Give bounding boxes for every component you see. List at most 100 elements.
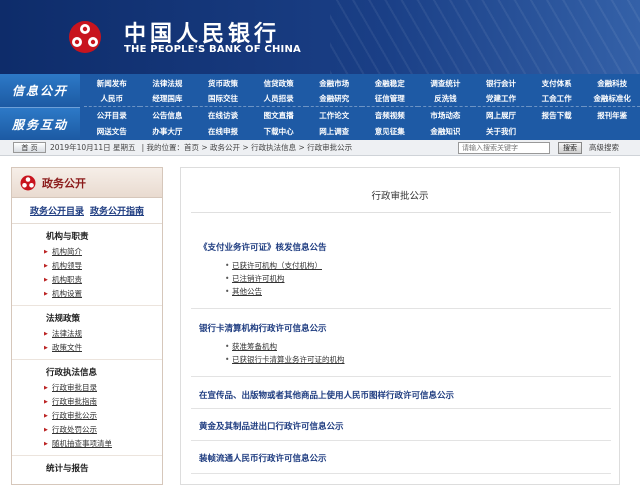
nav-item[interactable]: 人民币	[84, 91, 140, 107]
nav-item[interactable]: 在线申报	[195, 123, 251, 139]
nav-item[interactable]: 报刊年鉴	[584, 107, 640, 123]
nav-item[interactable]: 公开目录	[84, 107, 140, 123]
sidebar-link[interactable]: 机构设置	[44, 287, 162, 301]
notice-title[interactable]: 在宣传品、出版物或者其他商品上使用人民币图样行政许可信息公示	[199, 389, 599, 401]
sidebar-link[interactable]: 政策文件	[44, 341, 162, 355]
nav-item[interactable]: 网上展厅	[473, 107, 529, 123]
notice-title[interactable]: 装帧流通人民币行政许可信息公示	[199, 452, 599, 464]
nav-item[interactable]: 图文直播	[251, 107, 307, 123]
page-title: 行政审批公示	[371, 191, 429, 202]
gov-emblem-icon	[20, 175, 36, 190]
notice-block: 装帧流通人民币行政许可信息公示	[199, 452, 599, 464]
sidebar-top-links: 政务公开目录 政务公开指南	[12, 198, 162, 224]
nav-item[interactable]: 人员招录	[250, 91, 307, 107]
nav-label-public: 信息公开	[0, 74, 80, 107]
divider	[191, 473, 611, 474]
nav-item[interactable]: 货币政策	[195, 75, 251, 91]
sidebar-section: 法规政策法律法规政策文件	[12, 305, 162, 359]
nav-item[interactable]: 征信管理	[361, 91, 418, 107]
nav-label-service: 服务互动	[0, 107, 80, 140]
notice-link[interactable]: 获准筹备机构	[225, 340, 599, 353]
home-button[interactable]: 首 页	[13, 142, 46, 153]
nav-item[interactable]: 网送文告	[84, 123, 140, 139]
notice-title[interactable]: 银行卡清算机构行政许可信息公示	[199, 322, 599, 334]
nav-item[interactable]: 在线访谈	[195, 107, 251, 123]
notice-link[interactable]: 已获银行卡清算业务许可证的机构	[225, 353, 599, 366]
sidebar-link[interactable]: 随机抽查事项清单	[44, 437, 162, 451]
search-input[interactable]	[458, 142, 550, 154]
sidebar-section: 行政执法信息行政审批目录行政审批指南行政审批公示行政处罚公示随机抽查事项清单	[12, 359, 162, 455]
nav-item[interactable]: 反洗钱	[417, 91, 474, 107]
nav-item[interactable]: 党建工作	[473, 91, 529, 107]
nav-item[interactable]: 工会工作	[528, 91, 585, 107]
sidebar-section-title: 行政执法信息	[46, 368, 98, 378]
breadcrumb: 首页 > 政务公开 > 行政执法信息 > 行政审批公示	[183, 143, 353, 152]
title-divider	[191, 212, 611, 213]
nav-item[interactable]: 信贷政策	[251, 75, 307, 91]
main-nav: 信息公开 服务互动 新闻发布 法律法规 货币政策 信贷政策 金融市场 金融稳定 调查统计 银行…	[0, 74, 640, 140]
nav-item[interactable]: 意见征集	[362, 123, 418, 139]
sidebar-link[interactable]: 机构领导	[44, 259, 162, 273]
notice-title[interactable]: 黄金及其制品进出口行政许可信息公示	[199, 420, 599, 432]
nav-grid: 新闻发布 法律法规 货币政策 信贷政策 金融市场 金融稳定 调查统计 银行会计 支付体系 金融科技…	[84, 75, 640, 139]
sidebar-link[interactable]: 行政审批指南	[44, 395, 162, 409]
divider	[191, 408, 611, 409]
nav-item[interactable]: 经理国库	[139, 91, 196, 107]
bank-name-en: THE PEOPLE'S BANK OF CHINA	[124, 44, 301, 55]
nav-item[interactable]: 金融稳定	[362, 75, 418, 91]
breadcrumb-enforcement[interactable]: 行政执法信息	[251, 143, 296, 152]
breadcrumb-current[interactable]: 行政审批公示	[307, 143, 352, 152]
nav-item[interactable]: 金融知识	[418, 123, 474, 139]
current-date: 2019年10月11日 星期五	[50, 143, 136, 152]
nav-item[interactable]: 公告信息	[140, 107, 196, 123]
sidebar-link[interactable]: 行政审批公示	[44, 409, 162, 423]
pboc-logo-icon[interactable]	[68, 20, 102, 54]
nav-item[interactable]: 支付体系	[529, 75, 585, 91]
sidebar-link[interactable]: 机构职责	[44, 273, 162, 287]
nav-item[interactable]: 工作论文	[306, 107, 362, 123]
sidebar-link[interactable]: 机构简介	[44, 245, 162, 259]
search-button[interactable]: 搜索	[558, 142, 582, 154]
sidebar-link[interactable]: 行政处罚公示	[44, 423, 162, 437]
notice-block: 黄金及其制品进出口行政许可信息公示	[199, 420, 599, 432]
notice-link[interactable]: 已获许可机构（支付机构）	[225, 259, 599, 272]
nav-item[interactable]: 金融市场	[306, 75, 362, 91]
nav-item[interactable]: 法律法规	[140, 75, 196, 91]
notice-title[interactable]: 《支付业务许可证》核发信息公告	[199, 241, 599, 253]
nav-item[interactable]: 市场动态	[418, 107, 474, 123]
nav-item[interactable]: 报告下载	[529, 107, 585, 123]
notice-block: 在宣传品、出版物或者其他商品上使用人民币图样行政许可信息公示	[199, 389, 599, 401]
breadcrumb-home[interactable]: 首页	[184, 143, 199, 152]
breadcrumb-gov[interactable]: 政务公开	[210, 143, 240, 152]
nav-item[interactable]: 金融标准化	[584, 91, 640, 107]
nav-item[interactable]: 下载中心	[251, 123, 307, 139]
nav-item[interactable]: 金融研究	[306, 91, 362, 107]
sidebar-sections: 机构与职责机构简介机构领导机构职责机构设置法规政策法律法规政策文件行政执法信息行…	[12, 224, 162, 481]
nav-item[interactable]: 音频视频	[362, 107, 418, 123]
nav-item[interactable]: 调查统计	[418, 75, 474, 91]
notice-block: 银行卡清算机构行政许可信息公示获准筹备机构已获银行卡清算业务许可证的机构	[199, 322, 599, 366]
nav-item[interactable]: 新闻发布	[84, 75, 140, 91]
site-banner: 中国人民银行 THE PEOPLE'S BANK OF CHINA	[0, 0, 640, 74]
sidebar-section-title: 机构与职责	[46, 232, 89, 242]
divider	[191, 440, 611, 441]
breadcrumb-bar: 首 页 2019年10月11日 星期五 | 我的位置： 首页 > 政务公开 > …	[0, 140, 640, 156]
gov-guide-link[interactable]: 政务公开指南	[90, 204, 144, 217]
sidebar-title: 政务公开	[42, 176, 86, 190]
gov-catalog-link[interactable]: 政务公开目录	[30, 204, 84, 217]
nav-item[interactable]: 办事大厅	[140, 123, 196, 139]
sidebar-header: 政务公开	[12, 168, 162, 198]
nav-empty	[529, 123, 585, 139]
sidebar-link[interactable]: 法律法规	[44, 327, 162, 341]
sidebar-section-title: 统计与报告	[46, 464, 89, 474]
notice-link[interactable]: 其他公告	[225, 285, 599, 298]
nav-item[interactable]: 关于我们	[473, 123, 529, 139]
nav-item[interactable]: 金融科技	[584, 75, 640, 91]
nav-item[interactable]: 国际交往	[195, 91, 251, 107]
sidebar-link[interactable]: 行政审批目录	[44, 381, 162, 395]
advanced-search-link[interactable]: 高级搜索	[589, 142, 619, 153]
nav-item[interactable]: 网上调查	[306, 123, 362, 139]
divider	[191, 308, 611, 309]
nav-item[interactable]: 银行会计	[473, 75, 529, 91]
notice-link[interactable]: 已注销许可机构	[225, 272, 599, 285]
